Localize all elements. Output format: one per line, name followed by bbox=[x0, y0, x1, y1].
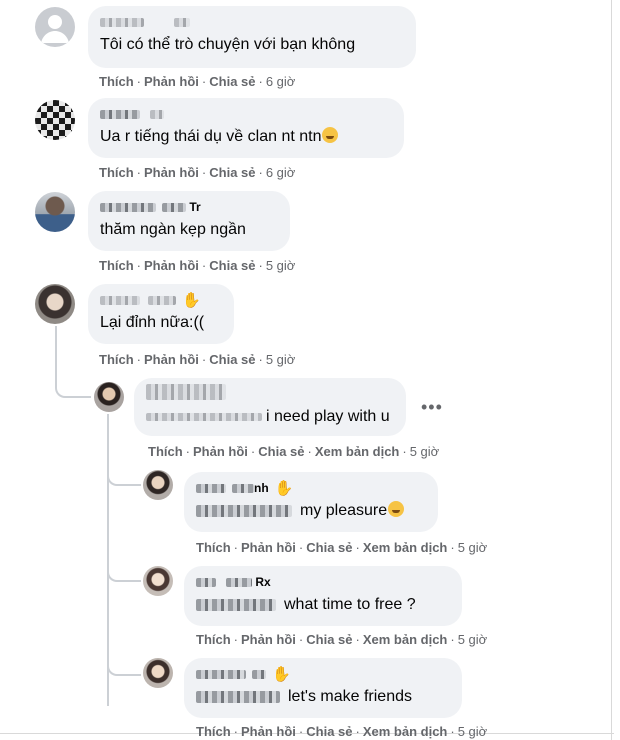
timestamp[interactable]: 5 giờ bbox=[266, 352, 296, 367]
avatar[interactable] bbox=[94, 382, 124, 412]
more-options-icon[interactable]: ••• bbox=[421, 397, 443, 418]
comment-text: Ua r tiếng thái dụ về clan nt ntn bbox=[100, 126, 392, 148]
thread-connector bbox=[107, 470, 141, 486]
share-link[interactable]: Chia sẻ bbox=[209, 352, 255, 367]
reply-link[interactable]: Phản hồi bbox=[241, 724, 296, 739]
reply-bubble: ✋ let's make friends bbox=[184, 658, 462, 718]
reply-link[interactable]: Phản hồi bbox=[144, 165, 199, 180]
screenshot-border-right bbox=[611, 0, 612, 740]
comment-actions: Thích · Phản hồi · Chia sẻ · Xem bản dịch · 5 gi… bbox=[196, 632, 488, 647]
share-link[interactable]: Chia sẻ bbox=[306, 632, 352, 647]
comment-text: what time to free ? bbox=[196, 594, 450, 616]
timestamp[interactable]: 5 giờ bbox=[266, 258, 296, 273]
translate-link[interactable]: Xem bản dịch bbox=[363, 540, 448, 555]
thread-connector bbox=[55, 326, 91, 398]
share-link[interactable]: Chia sẻ bbox=[209, 74, 255, 89]
timestamp[interactable]: 5 giờ bbox=[458, 540, 488, 555]
reply-link[interactable]: Phản hồi bbox=[144, 258, 199, 273]
like-link[interactable]: Thích bbox=[99, 74, 134, 89]
reply-link[interactable]: Phản hồi bbox=[193, 444, 248, 459]
comment-actions: Thích · Phản hồi · Chia sẻ · 6 giờ bbox=[99, 165, 296, 180]
translate-link[interactable]: Xem bản dịch bbox=[315, 444, 400, 459]
share-link[interactable]: Chia sẻ bbox=[209, 165, 255, 180]
comment-bubble: Tôi có thể trò chuyện với bạn không bbox=[88, 6, 416, 68]
share-link[interactable]: Chia sẻ bbox=[306, 540, 352, 555]
share-link[interactable]: Chia sẻ bbox=[209, 258, 255, 273]
comment-author[interactable]: Rx bbox=[196, 574, 450, 590]
share-link[interactable]: Chia sẻ bbox=[258, 444, 304, 459]
reply-bubble: nh ✋ my pleasure bbox=[184, 472, 438, 532]
translate-link[interactable]: Xem bản dịch bbox=[363, 632, 448, 647]
comment-author[interactable]: ✋ bbox=[100, 292, 222, 308]
laughing-emoji-icon bbox=[322, 127, 339, 143]
translate-link[interactable]: Xem bản dịch bbox=[363, 724, 448, 739]
waving-hand-icon: ✋ bbox=[182, 291, 201, 309]
timestamp[interactable]: 5 giờ bbox=[410, 444, 440, 459]
comment-author[interactable]: Tr bbox=[100, 199, 278, 215]
default-avatar-icon bbox=[41, 15, 69, 43]
comment-actions: Thích · Phản hồi · Chia sẻ · 5 giờ bbox=[99, 352, 296, 367]
like-link[interactable]: Thích bbox=[99, 165, 134, 180]
reply-bubble: i need play with u bbox=[134, 378, 406, 436]
comment-author[interactable] bbox=[100, 14, 404, 30]
timestamp[interactable]: 5 giờ bbox=[458, 632, 488, 647]
comment-text: Tôi có thể trò chuyện với bạn không bbox=[100, 36, 356, 53]
comment-actions: Thích · Phản hồi · Chia sẻ · 6 giờ bbox=[99, 74, 296, 89]
timestamp[interactable]: 5 giờ bbox=[458, 724, 488, 739]
comment-actions: Thích · Phản hồi · Chia sẻ · Xem bản dịch · 5 gi… bbox=[148, 444, 440, 459]
like-link[interactable]: Thích bbox=[196, 632, 231, 647]
avatar[interactable] bbox=[35, 284, 75, 324]
waving-hand-icon: ✋ bbox=[272, 665, 291, 683]
avatar[interactable] bbox=[143, 470, 173, 500]
reply-link[interactable]: Phản hồi bbox=[241, 632, 296, 647]
comment-author[interactable]: nh ✋ bbox=[196, 480, 426, 496]
reply-link[interactable]: Phản hồi bbox=[144, 352, 199, 367]
share-link[interactable]: Chia sẻ bbox=[306, 724, 352, 739]
thread-connector bbox=[107, 560, 141, 582]
timestamp[interactable]: 6 giờ bbox=[266, 74, 296, 89]
avatar[interactable] bbox=[35, 7, 75, 47]
comment-bubble: Tr thăm ngàn kẹp ngần bbox=[88, 191, 290, 251]
comment-bubble: ✋ Lại đỉnh nữa:(( bbox=[88, 284, 234, 344]
comment-bubble: Ua r tiếng thái dụ về clan nt ntn bbox=[88, 98, 404, 158]
comment-text: thăm ngàn kẹp ngần bbox=[100, 221, 246, 238]
comment-author[interactable] bbox=[100, 106, 392, 122]
reply-bubble: Rx what time to free ? bbox=[184, 566, 462, 626]
like-link[interactable]: Thích bbox=[148, 444, 183, 459]
timestamp[interactable]: 6 giờ bbox=[266, 165, 296, 180]
comment-text: i need play with u bbox=[146, 406, 394, 428]
like-link[interactable]: Thích bbox=[196, 540, 231, 555]
comment-text: Lại đỉnh nữa:(( bbox=[100, 314, 205, 331]
comment-actions: Thích · Phản hồi · Chia sẻ · Xem bản dịch · 5 gi… bbox=[196, 540, 488, 555]
comment-text: let's make friends bbox=[196, 686, 450, 708]
reply-link[interactable]: Phản hồi bbox=[144, 74, 199, 89]
comment-text: my pleasure bbox=[196, 500, 426, 522]
waving-hand-icon: ✋ bbox=[274, 479, 294, 497]
pleading-face-emoji-icon bbox=[388, 501, 405, 517]
like-link[interactable]: Thích bbox=[99, 258, 134, 273]
avatar[interactable] bbox=[35, 100, 75, 140]
comment-author[interactable] bbox=[146, 384, 394, 404]
avatar[interactable] bbox=[35, 192, 75, 232]
reply-link[interactable]: Phản hồi bbox=[241, 540, 296, 555]
comment-actions: Thích · Phản hồi · Chia sẻ · 5 giờ bbox=[99, 258, 296, 273]
like-link[interactable]: Thích bbox=[99, 352, 134, 367]
thread-connector bbox=[107, 654, 141, 676]
comment-actions: Thích · Phản hồi · Chia sẻ · Xem bản dịch · 5 gi… bbox=[196, 724, 488, 739]
avatar[interactable] bbox=[143, 658, 173, 688]
comment-author[interactable]: ✋ bbox=[196, 666, 450, 682]
like-link[interactable]: Thích bbox=[196, 724, 231, 739]
avatar[interactable] bbox=[143, 566, 173, 596]
